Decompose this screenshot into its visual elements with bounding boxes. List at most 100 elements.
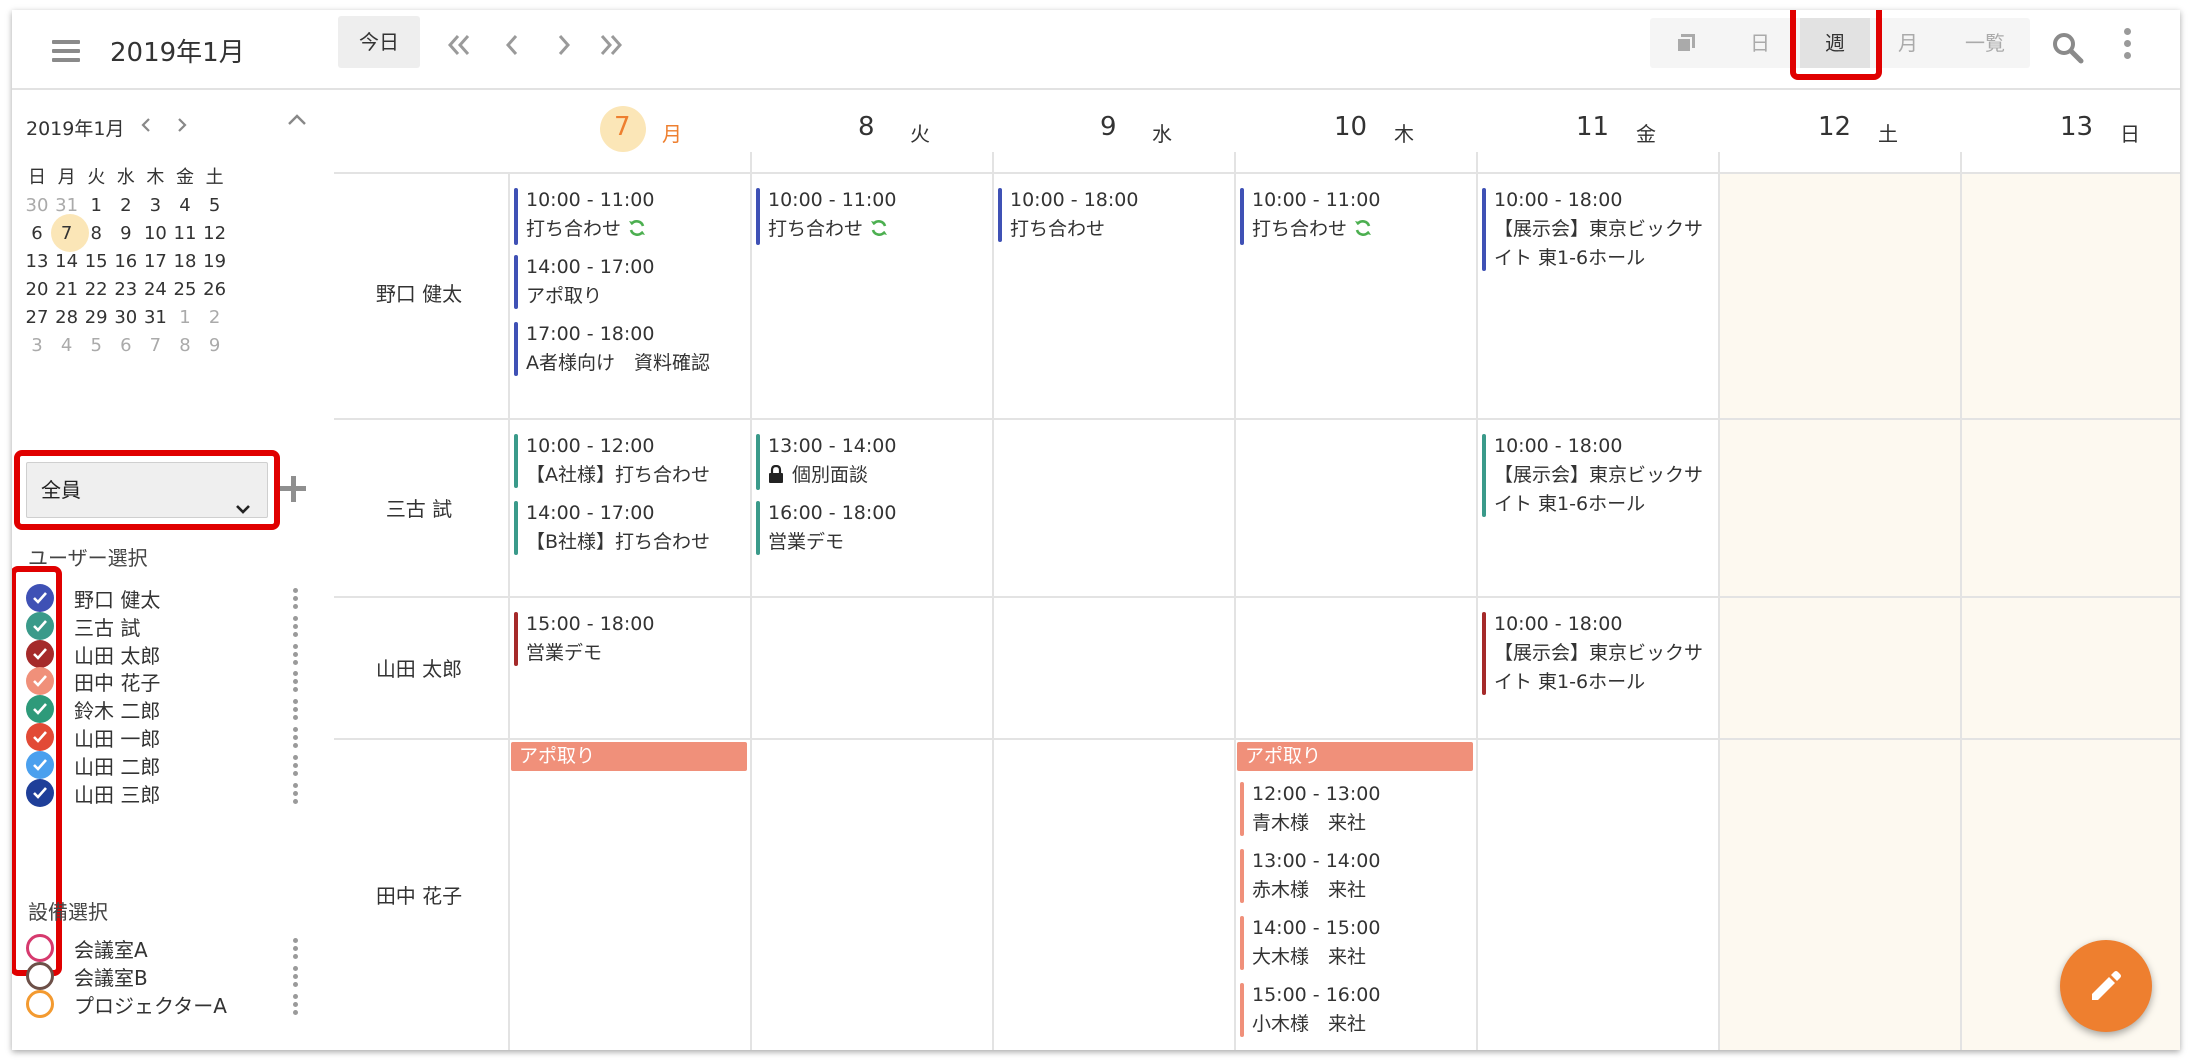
column-divider — [508, 172, 510, 1050]
menu-icon[interactable] — [52, 40, 80, 62]
check-icon — [33, 647, 47, 660]
member-filter-select[interactable]: 全員 — [26, 462, 268, 518]
day-weekday: 木 — [1394, 122, 1414, 146]
event-time: 10:00 - 11:00 — [1252, 189, 1381, 211]
event-title: 打ち合わせ — [1010, 215, 1138, 244]
row-divider — [334, 172, 2180, 174]
user-checkbox[interactable] — [26, 778, 54, 807]
calendar-event[interactable]: 14:00 - 17:00 【B社様】打ち合わせ — [514, 499, 710, 557]
day-header[interactable]: 7月 — [508, 106, 750, 156]
check-icon — [33, 619, 47, 632]
event-title-text: 青木様 来社 — [1252, 812, 1367, 834]
search-icon[interactable] — [2050, 30, 2086, 70]
calendar-event[interactable]: 12:00 - 13:00 青木様 来社 — [1240, 780, 1380, 838]
calendar-event[interactable]: 10:00 - 18:00 【展示会】東京ビックサ イト 東1-6ホール — [1482, 186, 1703, 273]
chevron-down-icon — [235, 481, 251, 535]
next-week-icon[interactable] — [548, 30, 578, 60]
calendar-event[interactable]: 10:00 - 12:00 【A社様】打ち合わせ — [514, 432, 710, 490]
event-title: 大木様 来社 — [1252, 943, 1380, 972]
facility-row[interactable]: プロジェクターA — [22, 984, 312, 1023]
day-weekday: 日 — [2120, 122, 2140, 146]
person-label: 山田 太郎 — [375, 657, 463, 681]
calendar-event[interactable]: 14:00 - 17:00 アポ取り — [514, 253, 654, 311]
view-month-button[interactable]: 月 — [1878, 18, 1938, 68]
calendar-event[interactable]: 15:00 - 18:00 営業デモ — [514, 610, 654, 668]
mini-next-icon[interactable] — [174, 116, 190, 139]
calendar-event[interactable]: 15:00 - 16:00 小木様 来社 — [1240, 981, 1380, 1039]
all-day-event[interactable]: アポ取り — [1237, 742, 1473, 771]
event-title: 打ち合わせ — [768, 215, 896, 247]
event-title-continued: イト 東1-6ホール — [1494, 247, 1646, 269]
event-title: 青木様 来社 — [1252, 809, 1380, 838]
sync-icon — [1353, 218, 1373, 247]
facilities-section-label: 設備選択 — [28, 900, 108, 924]
today-button[interactable]: 今日 — [338, 16, 420, 68]
more-vert-icon[interactable] — [2122, 28, 2132, 62]
event-title-text: 赤木様 来社 — [1252, 879, 1367, 901]
multi-view-icon[interactable] — [1650, 18, 1720, 68]
calendar-event[interactable]: 10:00 - 11:00 打ち合わせ — [756, 186, 896, 247]
day-header[interactable]: 12 土 — [1718, 112, 1960, 156]
event-title-text: 【展示会】東京ビックサ — [1494, 218, 1704, 240]
view-day-button[interactable]: 日 — [1730, 18, 1790, 68]
event-title-continued: イト 東1-6ホール — [1494, 493, 1646, 515]
sync-icon — [869, 218, 889, 247]
facility-checkbox[interactable] — [26, 990, 54, 1018]
person-label: 野口 健太 — [375, 282, 463, 306]
mini-prev-icon[interactable] — [138, 116, 154, 139]
check-icon — [33, 758, 47, 771]
event-time: 17:00 - 18:00 — [526, 323, 655, 345]
view-list-button[interactable]: 一覧 — [1950, 18, 2020, 68]
event-title-text: 大木様 来社 — [1252, 946, 1367, 968]
page-title: 2019年1月 — [110, 38, 245, 68]
user-row[interactable]: 山田 三郎 — [22, 773, 312, 812]
person-label: 田中 花子 — [375, 884, 463, 908]
mini-day[interactable]: 7 — [50, 214, 89, 252]
calendar-event[interactable]: 10:00 - 11:00 打ち合わせ — [1240, 186, 1380, 247]
event-time: 10:00 - 18:00 — [1010, 189, 1139, 211]
event-title-text: 打ち合わせ — [526, 218, 622, 240]
all-day-event[interactable]: アポ取り — [511, 742, 747, 771]
add-icon[interactable] — [280, 476, 306, 502]
event-time: 14:00 - 17:00 — [526, 256, 655, 278]
calendar-event[interactable]: 10:00 - 11:00 打ち合わせ — [514, 186, 654, 247]
day-weekday: 金 — [1636, 122, 1656, 146]
event-title-text: 小木様 来社 — [1252, 1013, 1367, 1035]
event-title: 営業デモ — [526, 639, 654, 668]
users-section-label: ユーザー選択 — [28, 546, 148, 570]
calendar-event[interactable]: 10:00 - 18:00 【展示会】東京ビックサ イト 東1-6ホール — [1482, 432, 1703, 519]
event-title-text: 【展示会】東京ビックサ — [1494, 464, 1704, 486]
check-icon — [33, 703, 47, 716]
event-time: 13:00 - 14:00 — [768, 435, 897, 457]
more-vert-icon[interactable] — [292, 994, 300, 1016]
calendar-event[interactable]: 17:00 - 18:00 A者様向け 資料確認 — [514, 320, 710, 378]
calendar-event[interactable]: 16:00 - 18:00 営業デモ — [756, 499, 896, 557]
day-header[interactable]: 9水 — [992, 112, 1234, 156]
event-title: 営業デモ — [768, 528, 896, 557]
event-title-text: 営業デモ — [768, 531, 845, 553]
more-vert-icon[interactable] — [292, 782, 300, 805]
event-time: 10:00 - 18:00 — [1494, 189, 1623, 211]
view-week-button[interactable]: 週 — [1800, 18, 1870, 68]
day-header[interactable]: 11 金 — [1476, 112, 1718, 156]
day-header[interactable]: 8火 — [750, 112, 992, 156]
calendar-event[interactable]: 10:00 - 18:00 打ち合わせ — [998, 186, 1138, 244]
create-event-button[interactable] — [2060, 940, 2152, 1032]
calendar-event[interactable]: 14:00 - 15:00 大木様 来社 — [1240, 914, 1380, 972]
column-divider — [1476, 152, 1478, 1050]
event-time: 15:00 - 16:00 — [1252, 984, 1381, 1006]
day-header[interactable]: 10 木 — [1234, 112, 1476, 156]
event-title-text: 営業デモ — [526, 642, 603, 664]
next-month-icon[interactable] — [596, 30, 626, 60]
calendar-event[interactable]: 10:00 - 18:00 【展示会】東京ビックサ イト 東1-6ホール — [1482, 610, 1703, 697]
event-time: 10:00 - 18:00 — [1494, 435, 1623, 457]
prev-month-icon[interactable] — [444, 30, 474, 60]
mini-day[interactable]: 9 — [198, 328, 232, 364]
calendar-event[interactable]: 13:00 - 14:00 赤木様 来社 — [1240, 847, 1380, 905]
calendar-event[interactable]: 13:00 - 14:00 個別面談 — [756, 432, 896, 492]
day-header[interactable]: 13 日 — [1960, 112, 2180, 156]
chevron-up-icon[interactable] — [286, 112, 308, 132]
day-number: 10 — [1334, 112, 1368, 142]
column-divider — [1718, 152, 1720, 1050]
prev-week-icon[interactable] — [498, 30, 528, 60]
